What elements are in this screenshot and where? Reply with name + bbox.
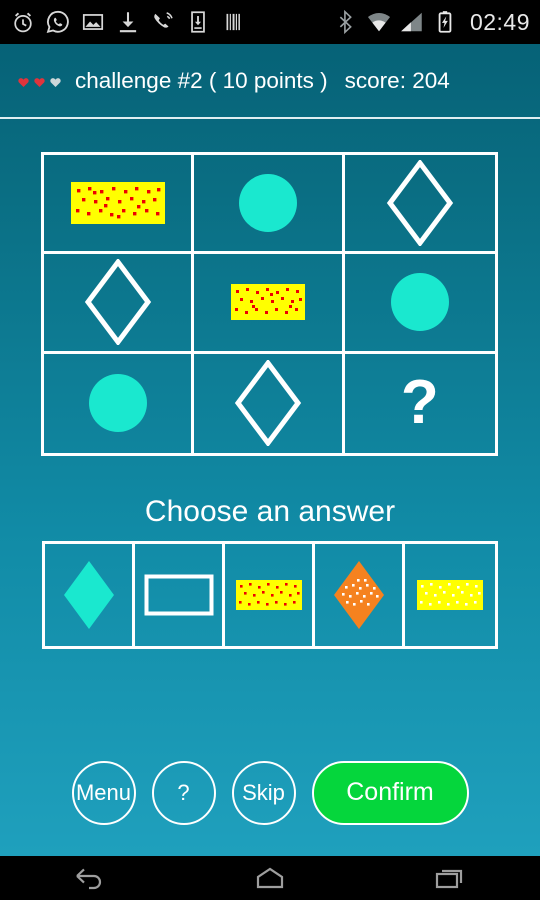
whatsapp-icon — [46, 10, 69, 34]
wifi-icon — [367, 13, 390, 32]
answer-option-3[interactable] — [225, 544, 315, 646]
matrix-cell-5 — [194, 254, 345, 354]
status-bar: 02:49 — [0, 0, 540, 44]
lives-indicator — [18, 77, 61, 88]
matrix-cell-7 — [44, 353, 195, 453]
circle-cyan-filled — [88, 374, 147, 433]
rectangle-yellow-red-dots — [70, 182, 165, 225]
home-icon[interactable] — [250, 864, 290, 892]
matrix-cell-1 — [44, 155, 195, 255]
challenge-label: challenge #2 ( 10 points ) — [75, 68, 328, 93]
diamond-white-outline — [234, 360, 302, 447]
barcode-icon — [226, 13, 240, 31]
download-box-icon — [191, 11, 205, 33]
heart-icon-3 — [50, 77, 61, 87]
status-bar-right-icons: 02:49 — [333, 9, 530, 36]
rectangle-yellow-white-dots — [417, 580, 483, 610]
skip-button[interactable]: Skip — [231, 760, 296, 825]
rectangle-yellow-red-dots — [235, 580, 302, 610]
cellular-signal-icon — [401, 12, 422, 32]
heart-icon-1 — [18, 77, 29, 87]
matrix-cell-3 — [344, 155, 495, 255]
matrix-cell-6 — [344, 254, 495, 354]
status-bar-left-icons — [10, 9, 333, 35]
answer-option-5[interactable] — [405, 544, 495, 646]
diamond-white-outline — [386, 160, 453, 247]
puzzle-matrix: ? — [41, 152, 498, 456]
bluetooth-icon — [339, 9, 352, 35]
rectangle-yellow-red-dots — [230, 284, 305, 321]
question-mark-icon: ? — [400, 368, 439, 438]
matrix-cell-9-missing: ? — [345, 354, 495, 453]
menu-button[interactable]: Menu — [71, 760, 136, 825]
answer-option-4[interactable] — [315, 544, 405, 646]
heart-icon-2 — [34, 77, 45, 87]
matrix-cell-2 — [194, 155, 345, 255]
diamond-white-outline — [84, 259, 151, 346]
choose-answer-label: Choose an answer — [144, 495, 396, 528]
matrix-cell-4 — [44, 254, 195, 354]
alarm-clock-icon — [14, 12, 32, 33]
answer-option-1[interactable] — [45, 544, 135, 646]
matrix-cell-8 — [194, 353, 345, 453]
download-icon — [119, 12, 137, 33]
android-nav-bar — [0, 856, 540, 900]
help-button[interactable]: ? — [151, 760, 216, 825]
action-buttons: Menu ? Skip Confirm — [0, 760, 540, 825]
circle-cyan-filled — [238, 174, 297, 233]
header-divider — [0, 117, 540, 119]
back-icon[interactable] — [70, 864, 110, 892]
missed-call-icon — [154, 12, 173, 28]
answer-option-2[interactable] — [135, 544, 225, 646]
confirm-button[interactable]: Confirm — [311, 760, 469, 825]
game-header: challenge #2 ( 10 points ) score: 204 — [0, 44, 540, 118]
score-label: score: 204 — [344, 68, 450, 93]
recents-icon[interactable] — [430, 864, 470, 892]
battery-charging-icon — [438, 11, 452, 33]
image-icon — [82, 14, 104, 30]
status-bar-clock: 02:49 — [469, 8, 530, 35]
diamond-orange-white-dots — [333, 561, 384, 629]
diamond-cyan-filled — [63, 561, 114, 629]
answer-options — [42, 541, 498, 649]
rectangle-white-outline — [144, 574, 213, 616]
circle-cyan-filled — [390, 273, 449, 332]
app-root: 02:49 challenge #2 ( 10 points ) score: … — [0, 0, 540, 900]
